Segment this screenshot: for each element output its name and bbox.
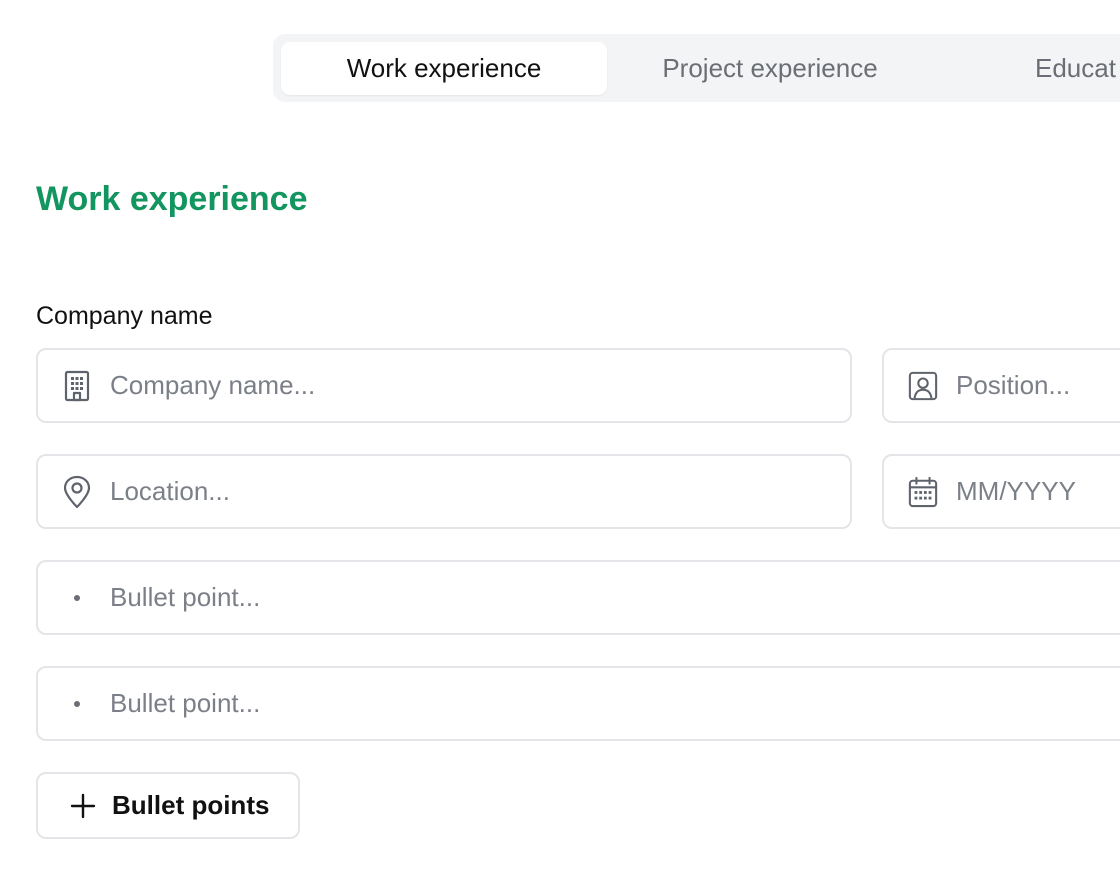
company-name-input[interactable] [110, 370, 850, 401]
bullet-icon [62, 700, 92, 707]
tab-work-experience[interactable]: Work experience [281, 42, 607, 95]
bullet-icon [62, 594, 92, 601]
add-bullet-points-label: Bullet points [112, 790, 270, 820]
position-field[interactable] [882, 348, 1120, 423]
building-icon [62, 370, 92, 401]
location-field[interactable] [36, 454, 852, 529]
section-tabs: Work experience Project experience Educa… [273, 34, 1120, 102]
section-title: Work experience [36, 180, 308, 218]
bullet-point-field[interactable] [36, 666, 1120, 741]
company-name-label: Company name [36, 302, 213, 330]
work-experience-page: Work experience Project experience Educa… [0, 0, 1120, 876]
tab-project-experience[interactable]: Project experience [607, 42, 933, 95]
plus-icon [68, 791, 98, 821]
date-input[interactable] [956, 476, 1120, 507]
date-field[interactable] [882, 454, 1120, 529]
user-badge-icon [908, 371, 938, 401]
bullet-point-input[interactable] [110, 582, 1120, 613]
bullet-point-input[interactable] [110, 688, 1120, 719]
calendar-icon [908, 476, 938, 507]
company-name-field[interactable] [36, 348, 852, 423]
location-input[interactable] [110, 476, 850, 507]
tab-education[interactable]: Educat [933, 42, 1120, 95]
bullet-point-field[interactable] [36, 560, 1120, 635]
map-pin-icon [62, 475, 92, 508]
add-bullet-points-button[interactable]: Bullet points [36, 772, 300, 839]
position-input[interactable] [956, 370, 1120, 401]
